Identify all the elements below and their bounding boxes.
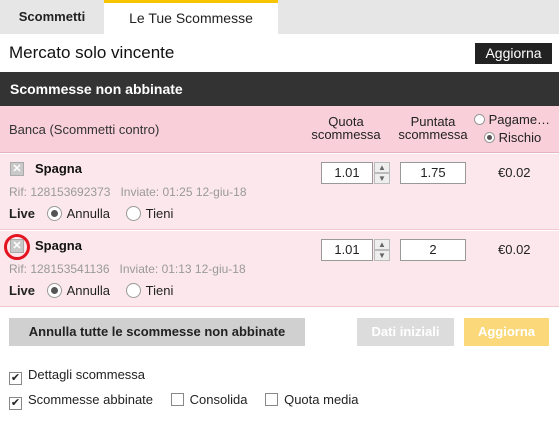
refresh-market-button[interactable]: Aggiorna (475, 43, 552, 64)
stake-input[interactable]: 2 (400, 239, 466, 261)
bet-details-option[interactable]: ✔ Dettagli scommessa (9, 367, 146, 385)
tab-bar: Scommetti Le Tue Scommesse (0, 0, 559, 34)
close-x-icon[interactable]: ✕ (10, 162, 24, 176)
matched-bets-option[interactable]: ✔ Scommesse abbinate (9, 392, 154, 410)
checkbox-checked-icon[interactable]: ✔ (9, 397, 22, 410)
bet-sent-time: Inviate: 01:25 12-giu-18 (120, 185, 247, 199)
market-title: Mercato solo vincente (9, 43, 175, 62)
bet-selection-name: Spagna (35, 238, 82, 253)
cancel-radio-icon[interactable] (46, 206, 62, 221)
stake-input[interactable]: 1.75 (400, 162, 466, 184)
consolidate-option[interactable]: Consolida (170, 392, 248, 407)
risk-radio-icon[interactable] (484, 132, 495, 143)
average-odds-label: Quota media (284, 392, 359, 407)
bet-meta: Rif: 128153692373 Inviate: 01:25 12-giu-… (9, 185, 247, 199)
bet-meta: Rif: 128153541136 Inviate: 01:13 12-giu-… (9, 262, 246, 276)
cancel-radio-icon[interactable] (46, 283, 62, 298)
odds-input[interactable]: 1.01 (321, 162, 373, 184)
chevron-up-icon[interactable]: ▲ (374, 162, 390, 173)
keep-radio-icon[interactable] (125, 283, 141, 298)
stake-column-header: Puntata scommessa (396, 115, 470, 141)
options-row-2: ✔ Scommesse abbinate Consolida Quota medi… (9, 392, 373, 410)
consolidate-label: Consolida (189, 392, 248, 407)
options-row-1: ✔ Dettagli scommessa (9, 367, 159, 385)
unmatched-bet-row: ✕ Spagna Rif: 128153692373 Inviate: 01:2… (0, 154, 559, 230)
keep-radio-label: Tieni (145, 283, 174, 298)
average-odds-option[interactable]: Quota media (265, 392, 359, 407)
chevron-down-icon[interactable]: ▼ (374, 173, 390, 184)
refresh-button[interactable]: Aggiorna (464, 318, 549, 346)
keep-radio-icon[interactable] (125, 206, 141, 221)
live-options: Live Annulla Tieni (9, 283, 185, 298)
cancel-radio-option[interactable]: Annulla (46, 283, 111, 298)
odds-input[interactable]: 1.01 (321, 239, 373, 261)
bet-reference: Rif: 128153541136 (9, 262, 110, 276)
initial-data-button[interactable]: Dati iniziali (357, 318, 454, 346)
checkbox-icon[interactable] (265, 393, 279, 406)
live-label: Live (9, 283, 36, 298)
bet-selection-name: Spagna (35, 161, 82, 176)
chevron-down-icon[interactable]: ▼ (374, 250, 390, 261)
checkbox-icon[interactable] (170, 393, 184, 406)
cancel-radio-label: Annulla (66, 206, 111, 221)
chevron-up-icon[interactable]: ▲ (374, 239, 390, 250)
cancel-radio-label: Annulla (66, 283, 111, 298)
odds-column-label-line2: scommessa (311, 127, 381, 142)
odds-column-header: Quota scommessa (309, 115, 383, 141)
payout-radio-label: Pagame… (488, 112, 551, 127)
odds-stepper[interactable]: 1.01 ▲ ▼ (321, 162, 391, 184)
payout-radio-option[interactable]: Pagame… (474, 112, 550, 127)
cancel-all-unmatched-button[interactable]: Annulla tutte le scommesse non abbinate (9, 318, 305, 346)
actions-bar: Annulla tutte le scommesse non abbinate … (0, 307, 559, 357)
lay-side-label: Banca (Scommetti contro) (9, 122, 160, 137)
stake-column-label-line2: scommessa (398, 127, 468, 142)
lay-bets-header: Banca (Scommetti contro) Quota scommessa… (0, 106, 559, 153)
live-label: Live (9, 206, 36, 221)
bet-details-label: Dettagli scommessa (28, 367, 146, 382)
payout-radio-icon[interactable] (474, 114, 485, 125)
matched-bets-label: Scommesse abbinate (28, 392, 154, 407)
unmatched-bet-row: ✕ Spagna Rif: 128153541136 Inviate: 01:1… (0, 231, 559, 307)
tab-scommetti[interactable]: Scommetti (0, 0, 104, 34)
cancel-radio-option[interactable]: Annulla (46, 206, 111, 221)
bet-reference: Rif: 128153692373 (9, 185, 111, 199)
live-options: Live Annulla Tieni (9, 206, 185, 221)
keep-radio-option[interactable]: Tieni (125, 206, 174, 221)
risk-radio-option[interactable]: Rischio (484, 130, 541, 145)
tab-le-tue-scommesse[interactable]: Le Tue Scommesse (104, 0, 278, 34)
liability-value: €0.02 (498, 242, 531, 257)
odds-stepper[interactable]: 1.01 ▲ ▼ (321, 239, 391, 261)
section-title-unmatched-bets: Scommesse non abbinate (0, 72, 559, 106)
bet-sent-time: Inviate: 01:13 12-giu-18 (119, 262, 246, 276)
checkbox-checked-icon[interactable]: ✔ (9, 372, 22, 385)
risk-radio-label: Rischio (498, 130, 542, 145)
liability-value: €0.02 (498, 165, 531, 180)
keep-radio-label: Tieni (145, 206, 174, 221)
highlight-circle (4, 234, 30, 260)
keep-radio-option[interactable]: Tieni (125, 283, 174, 298)
